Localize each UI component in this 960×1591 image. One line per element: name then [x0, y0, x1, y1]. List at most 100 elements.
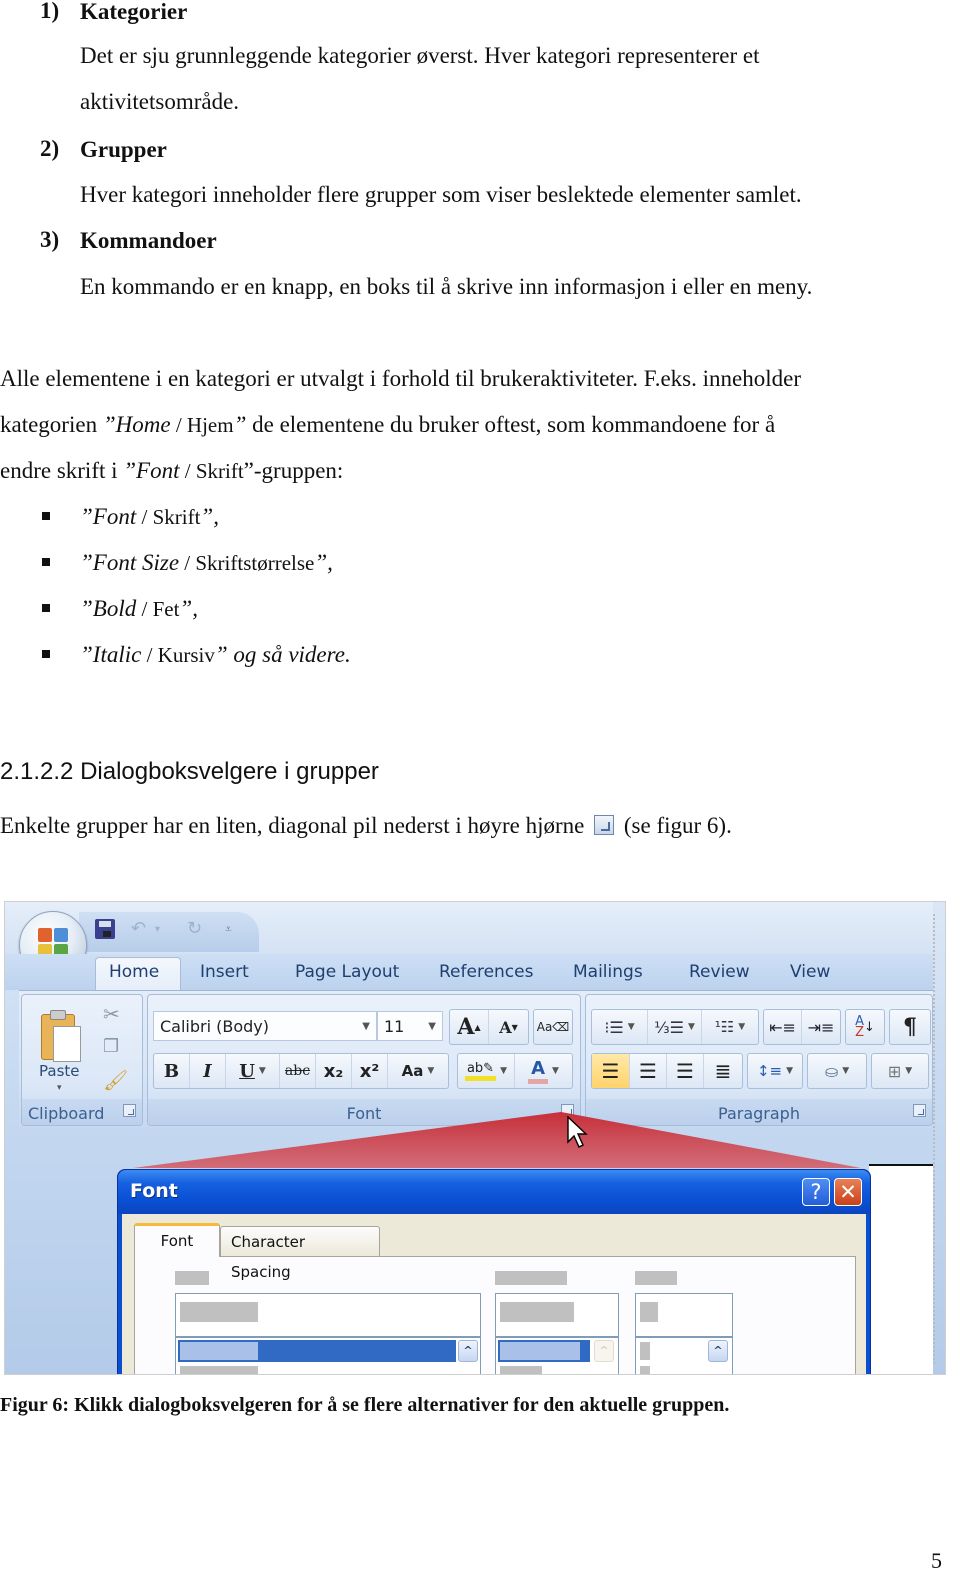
term-no: / Skrift	[136, 505, 201, 529]
shrink-font-icon[interactable]: A ▼	[489, 1010, 528, 1044]
underline-icon[interactable]: U ▼	[226, 1054, 280, 1088]
highlight-icon[interactable]: ab✎ ▼	[458, 1054, 515, 1088]
shading-button[interactable]: ⛀ ▼	[807, 1053, 867, 1089]
list-item[interactable]	[640, 1342, 650, 1360]
bullets-icon[interactable]: ⁝☰ ▼	[592, 1010, 648, 1044]
group-label: Font	[346, 1104, 382, 1123]
text: ”-gruppen:	[243, 458, 344, 483]
tab-font[interactable]: Font	[134, 1223, 220, 1257]
tab-review[interactable]: Review	[689, 962, 750, 982]
align-center-icon[interactable]: ☰	[630, 1054, 667, 1088]
tab-view[interactable]: View	[790, 962, 830, 982]
term-no: / Fet	[136, 597, 180, 621]
chevron-down-icon[interactable]: ▼	[362, 1012, 370, 1042]
scroll-up-icon[interactable]: ^	[708, 1340, 728, 1362]
list-item[interactable]	[640, 1366, 650, 1374]
increase-indent-icon[interactable]: ⇥≡	[802, 1010, 840, 1044]
undo-dropdown-icon[interactable]: ▾	[155, 924, 160, 935]
placeholder-value	[500, 1302, 574, 1322]
paste-icon[interactable]	[41, 1008, 83, 1064]
font-name-combo[interactable]: Calibri (Body) ▼	[153, 1011, 377, 1041]
tab-references[interactable]: References	[439, 962, 533, 982]
font-size-list[interactable]: ^	[635, 1337, 733, 1374]
italic-icon[interactable]: I	[190, 1054, 226, 1088]
undo-icon[interactable]: ↶	[131, 918, 146, 939]
subscript-icon[interactable]: x₂	[316, 1054, 352, 1088]
tab-page-layout[interactable]: Page Layout	[295, 962, 399, 982]
chevron-down-icon[interactable]: ▼	[259, 1066, 266, 1076]
dialog-titlebar: Font ? ✕	[118, 1170, 870, 1214]
tab-home[interactable]: Home	[109, 962, 159, 982]
chevron-down-icon[interactable]: ▼	[628, 1022, 635, 1032]
chevron-down-icon[interactable]: ▼	[842, 1066, 849, 1076]
chevron-down-icon[interactable]: ▼	[905, 1066, 912, 1076]
font-size-combo[interactable]: 11 ▼	[377, 1011, 443, 1041]
bold-icon[interactable]: B	[154, 1054, 190, 1088]
list-item[interactable]	[500, 1366, 542, 1374]
font-color-icon[interactable]: A ▼	[515, 1054, 572, 1088]
pilcrow-icon: ¶	[903, 1014, 917, 1040]
numbering-icon[interactable]: ⅓☰ ▼	[648, 1010, 702, 1044]
font-size-input[interactable]	[635, 1293, 733, 1337]
font-style-input[interactable]	[495, 1293, 619, 1337]
font-name-input[interactable]	[175, 1293, 481, 1337]
multilevel-list-icon[interactable]: ¹☷ ▼	[702, 1010, 758, 1044]
bullet-marker	[42, 558, 50, 566]
paste-button[interactable]: Paste	[39, 1062, 80, 1080]
sort-button[interactable]: A Z ↓	[845, 1009, 885, 1045]
decrease-indent-icon[interactable]: ⇤≡	[764, 1010, 802, 1044]
scroll-up-icon[interactable]: ^	[458, 1340, 478, 1362]
bullet-marker	[42, 650, 50, 658]
selected-item[interactable]	[178, 1340, 456, 1362]
selected-item[interactable]	[498, 1340, 590, 1362]
align-left-icon[interactable]: ☰	[592, 1054, 630, 1088]
list-text: Hver kategori inneholder flere grupper s…	[80, 182, 802, 207]
line-spacing-button[interactable]: ↕≡ ▼	[747, 1053, 803, 1089]
show-formatting-button[interactable]: ¶	[889, 1009, 931, 1045]
tab-character-spacing[interactable]: Character Spacing	[220, 1226, 380, 1281]
save-icon[interactable]	[95, 919, 115, 939]
copy-icon[interactable]: ❐	[103, 1036, 119, 1057]
tab-insert[interactable]: Insert	[200, 962, 249, 982]
close-button[interactable]: ✕	[834, 1178, 862, 1206]
list-item[interactable]	[180, 1366, 258, 1374]
bullet-item: ”Bold / Fet”,	[80, 595, 198, 623]
strike-glyph: abc	[284, 1063, 311, 1079]
customize-qat-icon[interactable]: ⩡	[225, 922, 232, 937]
borders-button[interactable]: ⊞ ▼	[871, 1053, 929, 1089]
redo-icon[interactable]: ↻	[187, 918, 202, 939]
change-case-icon[interactable]: Aa ▼	[388, 1054, 448, 1088]
tab-mailings[interactable]: Mailings	[573, 962, 643, 982]
format-painter-icon[interactable]: 🖌	[103, 1068, 128, 1092]
paragraph-line: endre skrift i ”Font / Skrift”-gruppen:	[0, 457, 343, 485]
term-en: ”Font	[80, 504, 137, 529]
cut-icon[interactable]: ✂	[103, 1002, 120, 1026]
chevron-down-icon[interactable]: ▼	[688, 1022, 695, 1032]
placeholder-value	[180, 1342, 258, 1360]
chevron-down-icon[interactable]: ▼	[427, 1066, 434, 1076]
bullet-item: ”Font Size / Skriftstørrelse”,	[80, 549, 333, 577]
dialog-launcher-icon[interactable]	[123, 1104, 136, 1117]
chevron-down-icon[interactable]: ▼	[552, 1066, 559, 1076]
clear-formatting-button[interactable]: Aa⌫	[533, 1009, 573, 1045]
grow-font-icon[interactable]: A ▲	[450, 1010, 489, 1044]
chevron-down-icon[interactable]: ▼	[786, 1066, 793, 1076]
scroll-up-icon[interactable]: ^	[594, 1340, 614, 1362]
align-right-icon[interactable]: ☰	[667, 1054, 704, 1088]
chevron-down-icon[interactable]: ▼	[738, 1022, 745, 1032]
chevron-down-icon[interactable]: ▼	[500, 1066, 507, 1076]
sort-icon: A Z ↓	[855, 1014, 875, 1040]
text: kategorien	[0, 412, 103, 437]
chevron-down-icon[interactable]: ▼	[428, 1012, 436, 1042]
dialog-title: Font	[130, 1180, 178, 1202]
paste-dropdown-icon[interactable]: ▾	[57, 1082, 62, 1093]
justify-icon[interactable]: ≣	[704, 1054, 742, 1088]
superscript-icon[interactable]: x²	[352, 1054, 388, 1088]
font-style-list[interactable]: ^	[495, 1337, 619, 1374]
dialog-launcher-icon[interactable]	[913, 1104, 926, 1117]
help-button[interactable]: ?	[802, 1178, 830, 1206]
term-no: / Kursiv	[141, 643, 215, 667]
font-name-list[interactable]: ^	[175, 1337, 481, 1374]
strikethrough-icon[interactable]: abc	[280, 1054, 316, 1088]
list-text: aktivitetsområde.	[80, 89, 240, 114]
